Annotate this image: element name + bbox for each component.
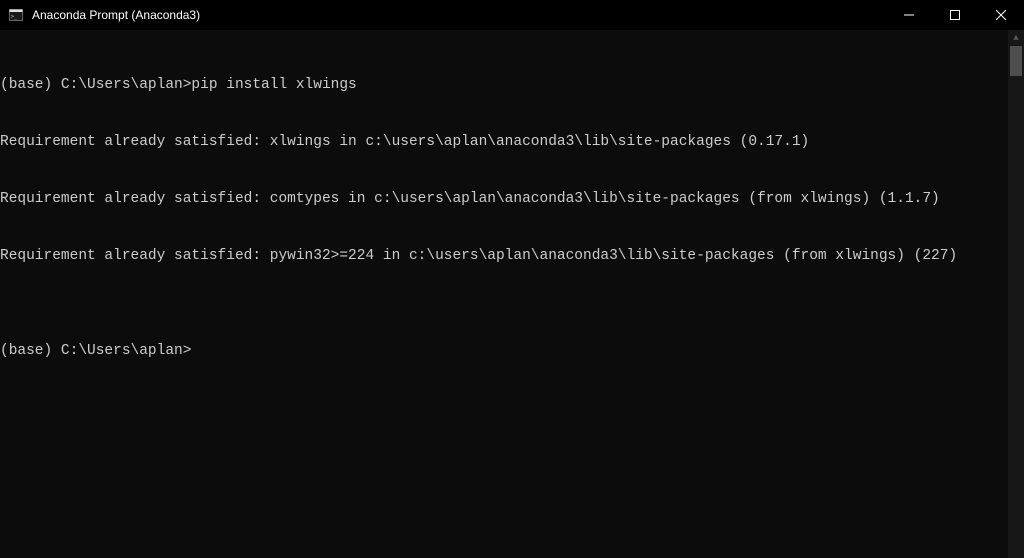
terminal-output: (base) C:\Users\aplan>pip install xlwing… — [0, 30, 1024, 399]
maximize-button[interactable] — [932, 0, 978, 30]
window-titlebar: >_ Anaconda Prompt (Anaconda3) — [0, 0, 1024, 30]
window-controls — [886, 0, 1024, 30]
terminal-line: Requirement already satisfied: xlwings i… — [0, 133, 1024, 152]
svg-text:>_: >_ — [11, 14, 18, 20]
minimize-button[interactable] — [886, 0, 932, 30]
scroll-up-icon[interactable]: ▲ — [1008, 30, 1024, 46]
terminal-line: (base) C:\Users\aplan> — [0, 342, 1024, 361]
close-button[interactable] — [978, 0, 1024, 30]
terminal-line: (base) C:\Users\aplan>pip install xlwing… — [0, 76, 1024, 95]
window-title: Anaconda Prompt (Anaconda3) — [30, 8, 886, 22]
terminal-icon: >_ — [8, 7, 24, 23]
terminal-line: Requirement already satisfied: pywin32>=… — [0, 247, 1024, 266]
terminal-line: Requirement already satisfied: comtypes … — [0, 190, 1024, 209]
terminal-area[interactable]: (base) C:\Users\aplan>pip install xlwing… — [0, 30, 1024, 558]
scrollbar-thumb[interactable] — [1010, 46, 1022, 76]
scrollbar[interactable]: ▲ — [1008, 30, 1024, 558]
